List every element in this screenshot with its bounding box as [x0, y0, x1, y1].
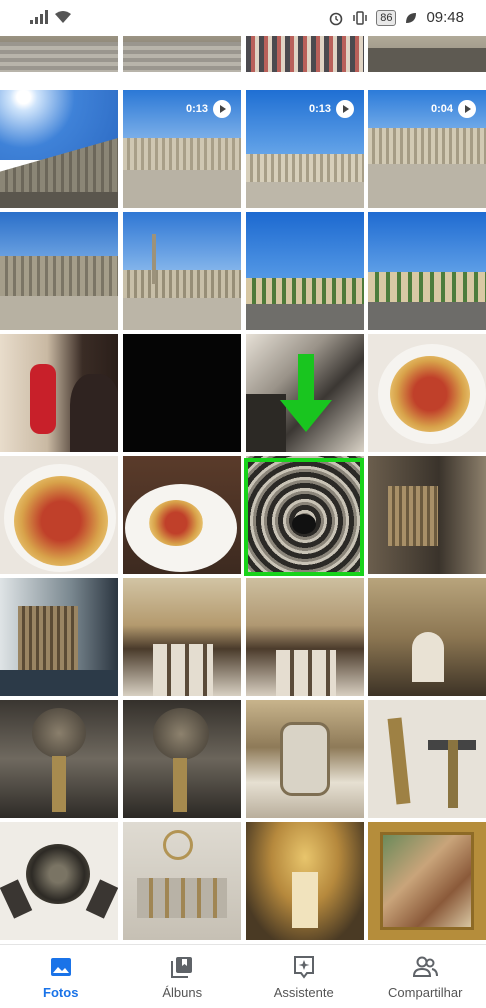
photo-thumbnail[interactable]: [368, 212, 486, 330]
photo-thumbnail[interactable]: [0, 578, 118, 696]
photo-thumbnail[interactable]: [246, 36, 364, 72]
wifi-icon: [55, 11, 71, 23]
video-thumbnail[interactable]: 0:13: [246, 90, 364, 208]
nav-label: Assistente: [273, 985, 334, 1000]
albums-icon: [171, 957, 193, 978]
vibrate-icon: [353, 10, 367, 25]
photo-thumbnail[interactable]: [123, 456, 241, 574]
video-thumbnail[interactable]: 0:04: [368, 90, 486, 208]
photo-thumbnail[interactable]: [246, 212, 364, 330]
video-duration: 0:13: [309, 100, 354, 118]
photo-thumbnail[interactable]: [246, 822, 364, 940]
play-icon: [213, 100, 231, 118]
photo-thumbnail[interactable]: [368, 334, 486, 452]
photo-thumbnail[interactable]: [368, 822, 486, 940]
photo-thumbnail[interactable]: [0, 36, 118, 72]
nav-share[interactable]: Compartilhar: [365, 945, 486, 1008]
photo-thumbnail[interactable]: [123, 578, 241, 696]
leaf-icon: [406, 12, 417, 23]
nav-label: Fotos: [43, 985, 79, 1000]
photo-thumbnail[interactable]: [0, 822, 118, 940]
play-icon: [336, 100, 354, 118]
video-thumbnail[interactable]: 0:13: [123, 90, 241, 208]
photo-thumbnail[interactable]: [0, 334, 118, 452]
photo-thumbnail[interactable]: [368, 578, 486, 696]
photo-thumbnail[interactable]: [0, 456, 118, 574]
photo-thumbnail[interactable]: [246, 578, 364, 696]
photo-thumbnail[interactable]: [246, 334, 364, 452]
assistant-icon: [293, 956, 314, 979]
photo-thumbnail[interactable]: [0, 90, 118, 208]
arrow-down-icon: [280, 354, 332, 432]
photo-thumbnail[interactable]: [0, 700, 118, 818]
photo-thumbnail[interactable]: [123, 36, 241, 72]
play-icon: [458, 100, 476, 118]
nav-label: Compartilhar: [388, 985, 463, 1000]
nav-label: Álbuns: [162, 985, 203, 1000]
battery-indicator: 86: [376, 9, 397, 26]
photo-thumbnail[interactable]: [123, 700, 241, 818]
nav-assistant[interactable]: Assistente: [243, 945, 365, 1008]
clock: 09:48: [426, 9, 464, 26]
photo-thumbnail[interactable]: [246, 700, 364, 818]
video-duration: 0:13: [186, 100, 231, 118]
photo-thumbnail[interactable]: [123, 334, 241, 452]
photo-icon: [50, 958, 71, 976]
nav-albums[interactable]: Álbuns: [122, 945, 244, 1008]
photo-grid: 0:13 0:13 0:04: [0, 36, 486, 944]
photo-thumbnail[interactable]: [123, 212, 241, 330]
signal-icon: [30, 10, 48, 24]
photo-thumbnail[interactable]: [368, 456, 486, 574]
status-bar: 86 09:48: [0, 0, 486, 36]
bottom-navigation: Fotos Álbuns Assistente Compartilhar: [0, 944, 486, 1008]
nav-photos[interactable]: Fotos: [0, 945, 122, 1008]
photo-thumbnail[interactable]: [368, 700, 486, 818]
selected-photo-highlight: [244, 458, 364, 576]
photo-thumbnail[interactable]: [368, 36, 486, 72]
video-duration: 0:04: [431, 100, 476, 118]
alarm-icon: [329, 12, 343, 25]
photo-thumbnail[interactable]: [0, 212, 118, 330]
share-people-icon: [413, 956, 439, 977]
photo-thumbnail[interactable]: [123, 822, 241, 940]
